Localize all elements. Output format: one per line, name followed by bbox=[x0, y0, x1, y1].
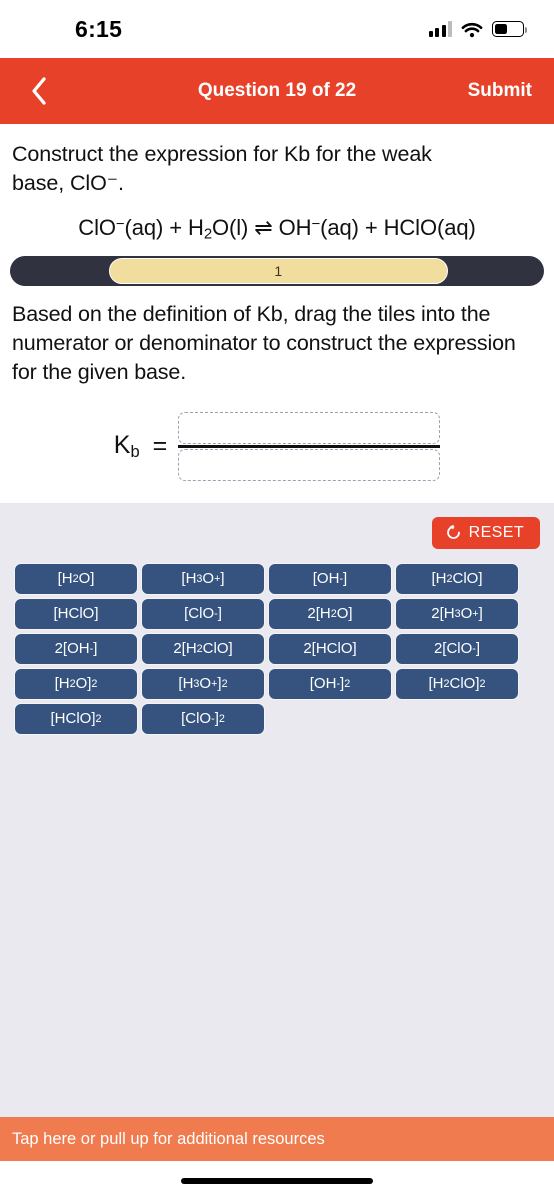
kb-label-subscript: b bbox=[130, 443, 140, 462]
numerator-dropzone[interactable] bbox=[178, 412, 441, 445]
tile-2[HClO][interactable]: 2[HClO] bbox=[268, 632, 392, 665]
navigation-bar: Question 19 of 22 Submit bbox=[0, 58, 554, 124]
fraction-bar bbox=[178, 445, 441, 448]
progress-bar-fill[interactable]: 1 bbox=[108, 258, 448, 285]
phone-screen: 6:15 Question 19 of 22 Submit Construct … bbox=[0, 0, 554, 1200]
additional-resources-label: Tap here or pull up for additional resou… bbox=[12, 1129, 325, 1148]
tile-2[OH-][interactable]: 2[OH -] bbox=[14, 632, 138, 665]
tile-[HClO][interactable]: [HClO] bbox=[14, 597, 138, 630]
question-prompt: Construct the expression for Kb for the … bbox=[12, 140, 542, 197]
tile-[H2ClO]2[interactable]: [H 2 ClO] 2 bbox=[395, 667, 519, 700]
cellular-signal-icon bbox=[428, 21, 452, 37]
tile-2[H2O][interactable]: 2[H 2 O] bbox=[268, 597, 392, 630]
progress-step-number: 1 bbox=[274, 263, 283, 280]
chevron-left-icon bbox=[32, 77, 46, 105]
home-indicator-area bbox=[0, 1161, 554, 1200]
tile-2[ClO-][interactable]: 2[ClO -] bbox=[395, 632, 519, 665]
additional-resources-bar[interactable]: Tap here or pull up for additional resou… bbox=[0, 1117, 554, 1161]
tile-[H2O]2[interactable]: [H 2 O] 2 bbox=[14, 667, 138, 700]
status-time: 6:15 bbox=[75, 15, 123, 42]
tile-[OH-][interactable]: [OH -] bbox=[268, 562, 392, 595]
kb-label: Kb bbox=[114, 431, 140, 462]
tile-[HClO]2[interactable]: [HClO] 2 bbox=[14, 702, 138, 735]
kb-expression-builder: Kb = bbox=[0, 386, 554, 503]
wifi-icon bbox=[461, 21, 483, 38]
back-button[interactable] bbox=[22, 71, 56, 111]
tile-panel: RESET [H 2 O] [H 3 O +] [OH -] [H 2 ClO] [HClO] [ClO -… bbox=[0, 502, 554, 1117]
question-prompt-line1: Construct the expression for Kb for the … bbox=[12, 142, 432, 166]
reset-row: RESET bbox=[14, 516, 540, 549]
chemical-equation: ClO−(aq) + H2O(l) ⇌ OH−(aq) + HClO(aq) bbox=[78, 215, 476, 243]
battery-icon bbox=[492, 21, 528, 37]
tile-[OH-]2[interactable]: [OH -] 2 bbox=[268, 667, 392, 700]
equals-sign: = bbox=[152, 432, 168, 460]
reset-button-label: RESET bbox=[468, 523, 524, 541]
reset-circular-arrow-icon bbox=[446, 524, 460, 540]
status-icons bbox=[428, 21, 528, 38]
reset-button[interactable]: RESET bbox=[431, 516, 540, 549]
kb-label-main: K bbox=[113, 430, 131, 459]
home-indicator[interactable] bbox=[181, 1177, 373, 1184]
question-prompt-line2: base, ClO⁻. bbox=[12, 170, 124, 195]
tile-[H3O+]2[interactable]: [H 3 O +] 2 bbox=[141, 667, 265, 700]
question-body: Construct the expression for Kb for the … bbox=[0, 124, 554, 243]
submit-button[interactable]: Submit bbox=[468, 80, 532, 102]
tile-2[H2ClO][interactable]: 2[H 2 ClO] bbox=[141, 632, 265, 665]
progress-bar-track: 1 bbox=[10, 256, 544, 287]
tile-[ClO-]2[interactable]: [ClO -] 2 bbox=[141, 702, 265, 735]
tile-[H2ClO][interactable]: [H 2 ClO] bbox=[395, 562, 519, 595]
tile-[ClO-][interactable]: [ClO -] bbox=[141, 597, 265, 630]
status-bar: 6:15 bbox=[0, 0, 554, 58]
tile-[H2O][interactable]: [H 2 O] bbox=[14, 562, 138, 595]
fraction bbox=[178, 412, 441, 481]
tile-list: [H 2 O] [H 3 O +] [OH -] [H 2 ClO] [HClO] [ClO -] 2[H 2 O… bbox=[14, 562, 540, 735]
denominator-dropzone[interactable] bbox=[178, 448, 441, 481]
tile-[H3O+][interactable]: [H 3 O +] bbox=[141, 562, 265, 595]
tile-2[H3O+][interactable]: 2[H 3 O +] bbox=[395, 597, 519, 630]
instruction-text: Based on the definition of Kb, drag the … bbox=[12, 302, 516, 384]
